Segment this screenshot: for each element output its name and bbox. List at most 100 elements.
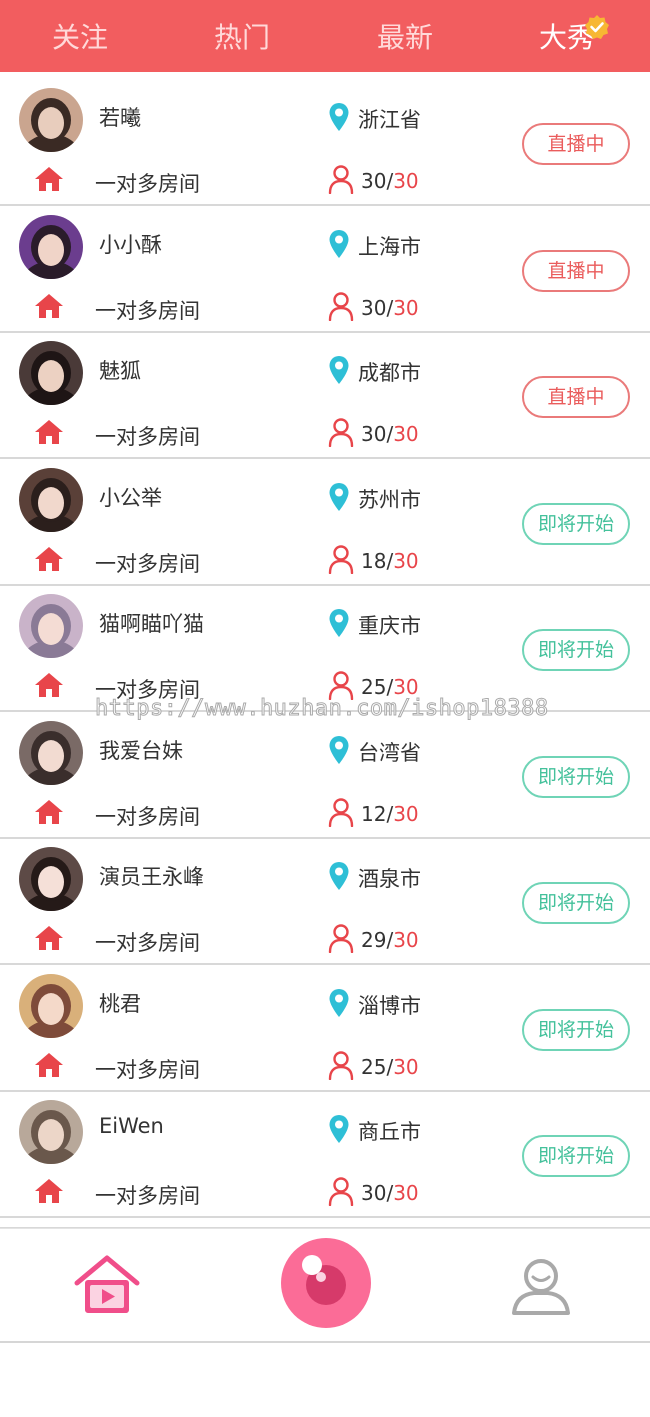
- city-label: 成都市: [358, 361, 421, 385]
- status-button[interactable]: 即将开始: [522, 629, 630, 671]
- person-icon: [328, 291, 354, 321]
- viewer-current: 30: [361, 1181, 387, 1205]
- viewer-current: 12: [361, 801, 387, 826]
- status-button[interactable]: 即将开始: [522, 1135, 630, 1177]
- room-type: 一对多房间: [95, 1057, 200, 1082]
- city-label: 重庆市: [358, 614, 421, 638]
- status-button[interactable]: 直播中: [522, 123, 630, 165]
- viewer-count: 25/30: [361, 1054, 419, 1079]
- room-type: 一对多房间: [95, 931, 200, 955]
- map-pin-icon: [329, 735, 349, 764]
- map-pin-icon: [329, 103, 349, 131]
- bottom-nav: [0, 1228, 650, 1343]
- map-pin-icon: [329, 1115, 349, 1143]
- status-button[interactable]: 即将开始: [522, 502, 630, 545]
- viewer-max: 30: [393, 422, 419, 446]
- avatar[interactable]: [19, 214, 83, 279]
- avatar[interactable]: [19, 847, 83, 911]
- list-item[interactable]: 小小酥 上海市 一对多房间 30/30 直播中: [0, 206, 650, 333]
- avatar[interactable]: [19, 341, 83, 405]
- person-icon: [328, 1177, 354, 1206]
- streamer-name: 我爱台妹: [99, 738, 183, 763]
- room-type: 一对多房间: [95, 1184, 200, 1208]
- home-icon: [35, 420, 63, 444]
- home-icon: [35, 293, 63, 318]
- viewer-max: 30: [393, 548, 419, 573]
- streamer-name: 桃君: [99, 991, 141, 1016]
- tab-follow[interactable]: 关注: [0, 0, 160, 72]
- viewer-max: 30: [393, 169, 419, 193]
- avatar[interactable]: [19, 88, 83, 152]
- streamer-name: EiWen: [99, 1114, 164, 1138]
- person-icon: [328, 1050, 354, 1080]
- status-button[interactable]: 即将开始: [522, 1008, 630, 1051]
- person-icon: [328, 418, 354, 447]
- viewer-max: 30: [393, 1181, 419, 1205]
- viewer-max: 30: [393, 1054, 419, 1079]
- city-label: 淄博市: [358, 993, 421, 1018]
- city-label: 苏州市: [358, 487, 421, 512]
- home-play-icon[interactable]: [72, 1253, 142, 1317]
- viewer-current: 30: [361, 169, 387, 193]
- list-item[interactable]: 若曦 浙江省 一对多房间 30/30 直播中: [0, 80, 650, 206]
- viewer-current: 18: [361, 548, 387, 573]
- list-item[interactable]: 演员王永峰 酒泉市 一对多房间 29/30 即将开始: [0, 839, 650, 965]
- list-item[interactable]: EiWen 商丘市 一对多房间 30/30 即将开始: [0, 1092, 650, 1218]
- tab-big-show[interactable]: 大秀: [487, 0, 647, 72]
- tab-popular[interactable]: 热门: [162, 0, 322, 72]
- city-label: 商丘市: [358, 1120, 421, 1144]
- list-item-partial: [0, 1218, 650, 1228]
- avatar[interactable]: [19, 720, 83, 785]
- person-icon: [328, 924, 354, 953]
- viewer-count: 30/30: [361, 169, 419, 193]
- city-label: 台湾省: [358, 740, 421, 765]
- home-icon: [35, 167, 63, 191]
- tab-latest[interactable]: 最新: [325, 0, 485, 72]
- map-pin-icon: [329, 862, 349, 890]
- streamer-name: 魅狐: [99, 359, 141, 383]
- room-type: 一对多房间: [95, 425, 200, 449]
- room-type: 一对多房间: [95, 172, 200, 196]
- list-item[interactable]: 我爱台妹 台湾省 一对多房间 12/30 即将开始: [0, 712, 650, 839]
- map-pin-icon: [329, 609, 349, 637]
- status-button[interactable]: 即将开始: [522, 755, 630, 798]
- avatar[interactable]: [19, 1100, 83, 1164]
- home-icon: [35, 1052, 63, 1077]
- home-icon: [35, 799, 63, 824]
- person-icon: [328, 544, 354, 574]
- viewer-max: 30: [393, 928, 419, 952]
- map-pin-icon: [329, 229, 349, 258]
- viewer-current: 30: [361, 295, 387, 320]
- viewer-count: 30/30: [361, 295, 419, 320]
- camera-lens-icon[interactable]: [280, 1237, 372, 1329]
- map-pin-icon: [329, 482, 349, 511]
- map-pin-icon: [329, 356, 349, 384]
- viewer-count: 30/30: [361, 1181, 419, 1205]
- avatar[interactable]: [19, 594, 83, 658]
- room-type: 一对多房间: [95, 551, 200, 576]
- viewer-count: 18/30: [361, 548, 419, 573]
- viewer-max: 30: [393, 801, 419, 826]
- streamer-name: 小公举: [99, 485, 162, 510]
- streamer-name: 演员王永峰: [99, 865, 204, 889]
- city-label: 浙江省: [358, 108, 421, 132]
- avatar[interactable]: [19, 973, 83, 1038]
- viewer-max: 30: [393, 295, 419, 320]
- viewer-current: 30: [361, 422, 387, 446]
- status-button[interactable]: 即将开始: [522, 882, 630, 924]
- map-pin-icon: [329, 988, 349, 1017]
- streamer-name: 猫啊瞄吖猫: [99, 612, 204, 636]
- list-item[interactable]: 桃君 淄博市 一对多房间 25/30 即将开始: [0, 965, 650, 1092]
- city-label: 上海市: [358, 234, 421, 259]
- avatar[interactable]: [19, 467, 83, 532]
- streamer-name: 若曦: [99, 106, 141, 130]
- top-tab-bar: 关注 热门 最新 大秀: [0, 0, 650, 72]
- status-button[interactable]: 直播中: [522, 249, 630, 292]
- viewer-current: 25: [361, 1054, 387, 1079]
- status-button[interactable]: 直播中: [522, 376, 630, 418]
- list-item[interactable]: 小公举 苏州市 一对多房间 18/30 即将开始: [0, 459, 650, 586]
- list-item[interactable]: 魅狐 成都市 一对多房间 30/30 直播中: [0, 333, 650, 459]
- user-icon[interactable]: [510, 1255, 572, 1317]
- check-badge-icon: [585, 15, 609, 39]
- list-item[interactable]: 猫啊瞄吖猫 重庆市 一对多房间 25/30 即将开始: [0, 586, 650, 712]
